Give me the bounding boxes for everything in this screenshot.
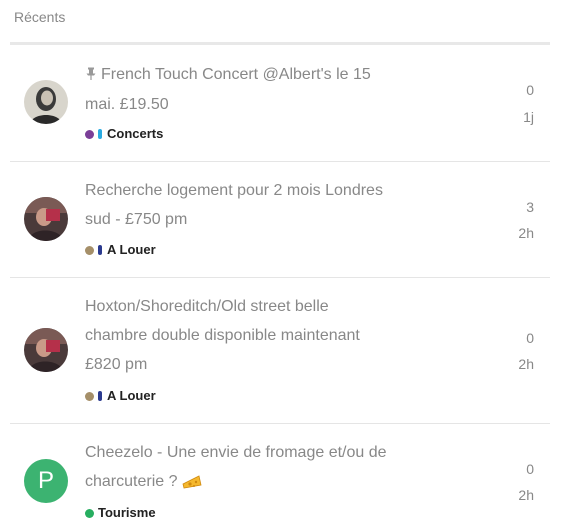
reply-count: 0 bbox=[526, 461, 534, 477]
category-name: Tourisme bbox=[98, 505, 156, 520]
topic-title-line: £820 pm bbox=[85, 356, 148, 373]
topic-title-line: sud - £750 pm bbox=[85, 211, 188, 228]
category-badge[interactable]: A Louer bbox=[85, 388, 156, 403]
category-badge[interactable]: A Louer bbox=[85, 242, 156, 257]
avatar[interactable] bbox=[24, 197, 68, 241]
cheese-icon bbox=[182, 470, 202, 499]
topic-age[interactable]: 2h bbox=[518, 487, 534, 503]
topic-title-line: Recherche logement pour 2 mois Londres bbox=[85, 182, 383, 199]
topic-row[interactable]: Hoxton/Shoreditch/Old street belle chamb… bbox=[10, 278, 550, 424]
topic-row[interactable]: French Touch Concert @Albert's le 15 mai… bbox=[10, 47, 550, 162]
topic-title[interactable]: Cheezelo - Une envie de fromage et/ou de… bbox=[85, 438, 430, 499]
category-name: Concerts bbox=[107, 126, 164, 141]
topic-title[interactable]: French Touch Concert @Albert's le 15 mai… bbox=[85, 60, 430, 119]
subcategory-color-bar bbox=[98, 245, 102, 255]
topic-title-line: mai. £19.50 bbox=[85, 96, 169, 113]
pin-icon bbox=[85, 61, 97, 90]
topic-title-line: chambre double disponible maintenant bbox=[85, 327, 360, 344]
avatar-letter: P bbox=[37, 467, 54, 494]
topic-age[interactable]: 2h bbox=[518, 356, 534, 372]
category-name: A Louer bbox=[107, 388, 156, 403]
avatar[interactable] bbox=[24, 328, 68, 372]
subcategory-color-bar bbox=[98, 129, 102, 139]
topic-title-line: Cheezelo - Une envie de fromage et/ou de bbox=[85, 444, 387, 461]
reply-count: 3 bbox=[526, 199, 534, 215]
topic-title-line: French Touch Concert @Albert's le 15 bbox=[101, 66, 371, 83]
topic-title[interactable]: Hoxton/Shoreditch/Old street belle chamb… bbox=[85, 292, 430, 379]
category-name: A Louer bbox=[107, 242, 156, 257]
recent-header: Récents bbox=[0, 0, 561, 45]
topic-row[interactable]: P Cheezelo - Une envie de fromage et/ou … bbox=[10, 424, 550, 529]
topic-title-line: Hoxton/Shoreditch/Old street belle bbox=[85, 298, 329, 315]
reply-count: 0 bbox=[526, 330, 534, 346]
avatar[interactable] bbox=[24, 80, 68, 124]
subcategory-color-bar bbox=[98, 391, 102, 401]
category-color-dot bbox=[85, 391, 94, 401]
category-color-dot bbox=[85, 245, 94, 255]
category-badge[interactable]: Concerts bbox=[85, 126, 163, 141]
header-divider bbox=[10, 42, 550, 45]
section-title: Récents bbox=[14, 9, 66, 25]
topic-title[interactable]: Recherche logement pour 2 mois Londres s… bbox=[85, 176, 430, 234]
topic-age[interactable]: 1j bbox=[523, 109, 534, 125]
topic-age[interactable]: 2h bbox=[518, 225, 534, 241]
topic-title-line: charcuterie ? bbox=[85, 473, 178, 490]
category-badge[interactable]: Tourisme bbox=[85, 505, 156, 520]
avatar[interactable]: P bbox=[24, 459, 68, 503]
category-color-dot bbox=[85, 129, 94, 139]
category-color-dot bbox=[85, 508, 94, 518]
topic-row[interactable]: Recherche logement pour 2 mois Londres s… bbox=[10, 162, 550, 278]
reply-count: 0 bbox=[526, 82, 534, 98]
